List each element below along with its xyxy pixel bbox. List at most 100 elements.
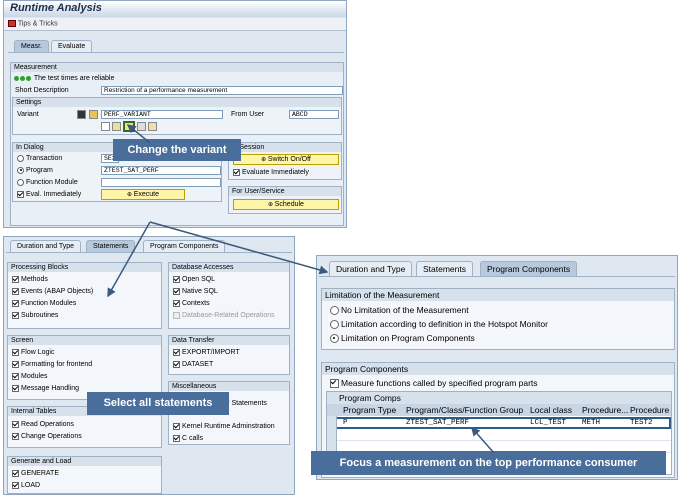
cell-local-class: LCL_TEST [530,419,567,427]
col-program-class[interactable]: Program/Class/Function Group [406,404,523,416]
read-operations-checkbox[interactable]: Read Operations [12,420,74,429]
generate-checkbox[interactable]: GENERATE [12,469,59,478]
col-procedure-type[interactable]: Procedure... [582,404,628,416]
subroutines-checkbox[interactable]: Subroutines [12,311,58,320]
tab-divider [6,252,292,253]
copy-variant-icon[interactable] [148,122,157,131]
checkbox-icon [173,275,180,283]
db-related-operations-checkbox: Database-Related Operations [173,311,275,320]
measure-functions-checkbox[interactable]: Measure functions called by specified pr… [330,378,538,389]
processing-blocks-group: Processing Blocks Methods Events (ABAP O… [7,262,162,329]
variant-select-icon[interactable] [89,110,98,119]
checkbox-icon [12,420,19,428]
parallel-session-group: el Session ⊕ Switch On/Off Evaluate Imme… [228,142,342,180]
table-row[interactable]: P ZTEST_SAT_PERF LCL_TEST METH TEST2 [327,417,671,429]
contexts-checkbox[interactable]: Contexts [173,299,210,308]
cell-program: ZTEST_SAT_PERF [406,419,470,427]
checkbox-icon [12,348,19,356]
col-program-type[interactable]: Program Type [343,404,396,416]
function-modules-checkbox[interactable]: Function Modules [12,299,76,308]
schedule-button[interactable]: ⊕ Schedule [233,199,339,210]
transaction-radio[interactable]: Transaction [17,154,62,163]
table-row[interactable] [327,430,671,441]
checkbox-icon [173,287,180,295]
short-desc-field[interactable]: Restriction of a performance measurement [101,86,343,95]
program-components-limitation-radio[interactable]: Limitation on Program Components [330,333,475,344]
group-header: Program Components [322,363,674,375]
program-components-window: Duration and Type Statements Program Com… [316,255,678,480]
function-module-field[interactable] [101,178,221,187]
from-user-label: From User [231,111,265,118]
checkbox-icon [12,481,19,489]
callout-select-all: Select all statements [87,392,229,415]
switch-on-off-button[interactable]: ⊕ Switch On/Off [233,154,339,165]
variant-field[interactable]: PERF_VARIANT [101,110,223,119]
kernel-runtime-checkbox[interactable]: Kernel Runtime Adminstration [173,422,275,431]
short-desc-label: Short Description [15,87,69,94]
execute-icon: ⊕ [127,192,134,198]
radio-label: Transaction [26,155,63,162]
group-header: Database Accesses [169,263,289,272]
screen-group: Screen Flow Logic Formatting for fronten… [7,335,162,400]
from-user-field[interactable]: ABCD [289,110,339,119]
hotspot-limitation-radio[interactable]: Limitation according to definition in th… [330,319,548,330]
checkbox-label: LOAD [21,482,41,489]
tab-evaluate[interactable]: Evaluate [51,40,93,52]
export-import-checkbox[interactable]: EXPORT/IMPORT [173,348,240,357]
col-local-class[interactable]: Local class [530,404,572,416]
checkbox-label: Eval. Immediately [26,191,82,198]
load-checkbox[interactable]: LOAD [12,481,40,490]
change-variant-icon[interactable] [123,121,135,132]
settings-group: Settings Variant PERF_VARIANT From User … [12,97,342,135]
checkbox-label: Native SQL [182,288,218,295]
checkbox-label: Database-Related Operations [182,312,275,319]
col-procedure[interactable]: Procedure [630,404,669,416]
program-radio[interactable]: Program [17,166,53,175]
variant-list-icon[interactable] [77,110,86,119]
radio-icon [330,320,339,330]
change-operations-checkbox[interactable]: Change Operations [12,432,82,441]
group-header: Measurement [11,63,343,72]
button-label: Switch On/Off [267,156,311,163]
tips-icon [8,20,16,27]
tab-statements[interactable]: Statements [86,240,136,252]
schedule-icon: ⊕ [268,202,275,208]
checkbox-icon [12,432,19,440]
checkbox-label: Open SQL [182,276,216,283]
display-variant-icon[interactable] [112,122,121,131]
message-handling-checkbox[interactable]: Message Handling [12,384,79,393]
checkbox-label: Methods [21,276,48,283]
checkbox-label: DATASET [182,361,214,368]
tab-program-components[interactable]: Program Components [480,261,578,276]
formatting-frontend-checkbox[interactable]: Formatting for frontend [12,360,92,369]
checkbox-icon [12,299,19,307]
program-field[interactable]: ZTEST_SAT_PERF [101,166,221,175]
open-sql-checkbox[interactable]: Open SQL [173,275,215,284]
dataset-checkbox[interactable]: DATASET [173,360,213,369]
events-checkbox[interactable]: Events (ABAP Objects) [12,287,93,296]
native-sql-checkbox[interactable]: Native SQL [173,287,218,296]
eval-immediately-checkbox[interactable]: Eval. Immediately [17,190,81,199]
delete-variant-icon[interactable] [137,122,146,131]
flow-logic-checkbox[interactable]: Flow Logic [12,348,54,357]
evaluate-immediately-checkbox[interactable]: Evaluate Immediately [233,168,309,177]
function-module-radio[interactable]: Function Module [17,178,78,187]
create-variant-icon[interactable] [101,122,110,131]
methods-checkbox[interactable]: Methods [12,275,48,284]
tab-label: Statements [93,243,129,250]
tab-statements[interactable]: Statements [416,261,473,276]
user-service-group: For User/Service ⊕ Schedule [228,186,342,214]
status-lights-icon [14,75,32,82]
modules-checkbox[interactable]: Modules [12,372,47,381]
checkbox-label: GENERATE [21,470,59,477]
tab-duration-type[interactable]: Duration and Type [329,261,413,276]
checkbox-icon [12,469,19,477]
tab-measr[interactable]: Measr. [14,40,50,52]
c-calls-checkbox[interactable]: C calls [173,434,203,443]
checkbox-label: Change Operations [21,433,82,440]
execute-button[interactable]: ⊕ Execute [101,189,185,200]
tips-tricks-button[interactable]: Tips & Tricks [8,20,58,27]
tab-duration-type[interactable]: Duration and Type [10,240,82,252]
tab-program-components[interactable]: Program Components [143,240,226,252]
no-limitation-radio[interactable]: No Limitation of the Measurement [330,305,469,316]
